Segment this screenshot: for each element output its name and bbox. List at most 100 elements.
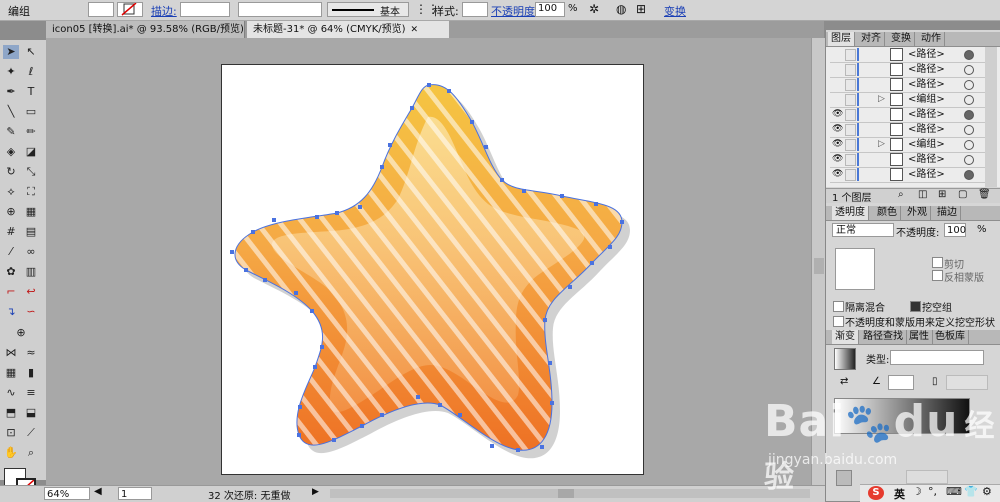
sogou-logo-icon[interactable]: S	[868, 486, 884, 500]
warp-icon[interactable]: ≈	[23, 346, 39, 360]
paintbrush-icon[interactable]: ✎	[3, 125, 19, 139]
mesh-tool-icon[interactable]: #	[3, 225, 19, 239]
target-icon[interactable]	[964, 95, 974, 105]
new-layer-icon[interactable]: ▢	[958, 189, 967, 200]
brush-definition-dropdown[interactable]: 基本	[327, 2, 409, 18]
scrollbar-thumb[interactable]	[814, 258, 824, 274]
gradient-type-select[interactable]	[890, 350, 984, 365]
eye-icon[interactable]: 👁	[832, 123, 843, 135]
eye-icon[interactable]: 👁	[832, 138, 843, 150]
zoom-tool-icon[interactable]: ∽	[23, 305, 39, 319]
opacity-panel-link[interactable]: 不透明度:	[491, 3, 539, 19]
rotate-tool-icon[interactable]: ↻	[3, 165, 19, 179]
opacity-mask-checkbox[interactable]	[833, 316, 844, 327]
grid-icon[interactable]: ▦	[3, 366, 19, 380]
lock-toggle[interactable]	[845, 139, 856, 151]
target-icon[interactable]	[964, 140, 974, 150]
tab-gradient[interactable]: 渐变	[832, 330, 859, 344]
target-icon[interactable]	[964, 65, 974, 75]
blend-tool-icon[interactable]: ∞	[23, 245, 39, 259]
tab-pathfinder[interactable]: 路径查找	[860, 330, 907, 344]
list-icon[interactable]: ≡	[23, 386, 39, 400]
artboard[interactable]	[221, 64, 644, 475]
crop-icon[interactable]: ⊡	[3, 426, 19, 440]
tab-attributes[interactable]: 属性	[906, 330, 933, 344]
globe-icon[interactable]: ⊕	[13, 326, 29, 340]
layer-row[interactable]: 👁 <路径>	[830, 122, 992, 138]
chart-icon[interactable]: ▮	[23, 366, 39, 380]
width-tool-icon[interactable]: ⟡	[3, 185, 19, 199]
target-icon[interactable]	[964, 110, 974, 120]
visibility-toggle[interactable]	[832, 63, 843, 75]
invert-mask-checkbox[interactable]	[932, 270, 943, 281]
lock-toggle[interactable]	[845, 64, 856, 76]
envelope-warp-icon[interactable]: ⋈	[3, 346, 19, 360]
fill-color-swatch[interactable]	[88, 2, 114, 17]
zoom-field[interactable]: 64%	[44, 487, 90, 500]
stroke-weight-field[interactable]	[180, 2, 230, 17]
magic-wand-icon[interactable]: ✦	[3, 65, 19, 79]
opacity-input[interactable]: 100	[535, 2, 565, 17]
status-menu-icon[interactable]: ▶	[312, 487, 319, 497]
direct-selection-tool-icon[interactable]: ↖	[23, 45, 39, 59]
reverse-gradient-icon[interactable]: ⇄	[840, 376, 848, 387]
pen-tool-icon[interactable]: ✒	[3, 85, 19, 99]
layer-row[interactable]: ▷ <编组>	[830, 92, 992, 108]
tab-untitled-31[interactable]: 未标题-31* @ 64% (CMYK/预览) ✕	[247, 21, 449, 38]
clip-checkbox[interactable]	[932, 257, 943, 268]
transform-each-icon[interactable]: ⬒	[3, 406, 19, 420]
canvas-area[interactable]	[46, 38, 811, 485]
aspect-ratio-input[interactable]	[946, 375, 988, 390]
tab-swatch-libraries[interactable]: 色板库	[932, 330, 969, 344]
lock-toggle[interactable]	[845, 124, 856, 136]
lasso-icon[interactable]: ℓ	[23, 65, 39, 79]
prev-artboard-icon[interactable]: ◀	[94, 486, 102, 497]
shape-builder-icon[interactable]: ⊕	[3, 205, 19, 219]
lock-toggle[interactable]	[845, 109, 856, 121]
visibility-toggle[interactable]	[832, 48, 843, 60]
horizontal-scrollbar[interactable]	[330, 489, 810, 498]
punctuation-icon[interactable]: °,	[928, 485, 937, 498]
new-sublayer-icon[interactable]: ⊞	[938, 189, 946, 200]
pathfinder-icon[interactable]: ⬓	[23, 406, 39, 420]
layer-row[interactable]: <路径>	[830, 62, 992, 78]
free-transform-icon[interactable]: ⛶	[23, 185, 39, 199]
graph-tool-icon[interactable]: ▥	[23, 265, 39, 279]
zoom-icon[interactable]: ⌕	[23, 446, 39, 460]
symbol-sprayer-icon[interactable]: ✿	[3, 265, 19, 279]
target-icon[interactable]	[964, 80, 974, 90]
artboard-field[interactable]: 1	[118, 487, 152, 500]
moon-icon[interactable]: ☽	[912, 485, 922, 498]
stroke-panel-link[interactable]: 描边:	[151, 3, 177, 19]
artboard-tool-icon[interactable]: ⌐	[3, 285, 19, 299]
tab-actions[interactable]: 动作	[918, 32, 945, 46]
knockout-group-checkbox[interactable]	[910, 301, 921, 312]
visibility-toggle[interactable]	[832, 93, 843, 105]
rectangle-tool-icon[interactable]: ▭	[23, 105, 39, 119]
tab-stroke[interactable]: 描边	[934, 206, 961, 220]
tab-align[interactable]: 对齐	[858, 32, 885, 46]
opacity-input[interactable]: 100	[944, 223, 966, 237]
transform-panel-link[interactable]: 变换	[664, 3, 686, 19]
recolor-artwork-icon[interactable]: ✲	[589, 2, 599, 16]
tab-icon05[interactable]: icon05 [转换].ai* @ 93.58% (RGB/预览)✕	[46, 21, 256, 38]
star-artwork[interactable]	[222, 65, 643, 474]
layer-row[interactable]: 👁 <路径>	[830, 107, 992, 123]
target-icon[interactable]	[964, 125, 974, 135]
isolate-icon[interactable]: ◍	[616, 2, 626, 16]
user-icon[interactable]: 👕	[964, 485, 978, 498]
scrollbar-thumb[interactable]	[558, 489, 574, 498]
layer-row[interactable]: 👁 <路径>	[830, 152, 992, 168]
eraser-icon[interactable]: ◪	[23, 145, 39, 159]
target-icon[interactable]	[964, 155, 974, 165]
graphic-style-swatch[interactable]	[462, 2, 488, 17]
pencil-icon[interactable]: ✏	[23, 125, 39, 139]
selection-tool-icon[interactable]: ➤	[3, 45, 19, 59]
expand-triangle-icon[interactable]: ▷	[878, 92, 885, 107]
locate-object-icon[interactable]: ⌕	[898, 189, 904, 200]
knife-icon[interactable]: ⟋	[23, 426, 39, 440]
layer-row[interactable]: <路径>	[830, 77, 992, 93]
lock-toggle[interactable]	[845, 169, 856, 181]
layers-scrollbar[interactable]	[985, 47, 997, 187]
lock-toggle[interactable]	[845, 79, 856, 91]
